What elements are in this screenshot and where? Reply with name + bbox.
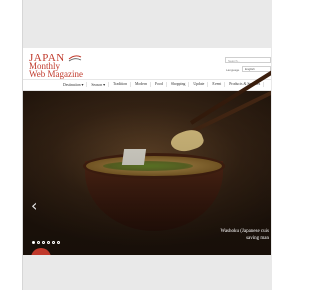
main-nav: Destination ▾ Season ▾ Tradition Modern Food… bbox=[23, 79, 271, 91]
nav-item[interactable]: Shopping bbox=[170, 82, 190, 87]
language-select[interactable]: English bbox=[242, 66, 271, 72]
slider-dot[interactable] bbox=[37, 241, 40, 244]
slider-dot[interactable] bbox=[52, 241, 55, 244]
slider-dot[interactable] bbox=[42, 241, 45, 244]
slider-dot[interactable] bbox=[32, 241, 35, 244]
slider-dots bbox=[32, 241, 60, 244]
hero-caption: Washoku (Japanese cuis saving man bbox=[209, 228, 271, 242]
nav-items: Destination ▾ Season ▾ Tradition Modern Food… bbox=[62, 82, 265, 87]
language-label: Language bbox=[226, 68, 240, 72]
nav-item[interactable]: Food bbox=[154, 82, 167, 87]
chevron-left-icon[interactable]: ‹ bbox=[31, 198, 39, 216]
nav-item[interactable]: Update bbox=[192, 82, 209, 87]
nav-item[interactable]: Destination ▾ bbox=[62, 82, 88, 87]
website: JAPAN Monthly Web Magazine Search... Lan… bbox=[23, 48, 271, 255]
search-input[interactable]: Search... bbox=[225, 57, 271, 63]
caption-line-2: saving man bbox=[246, 236, 269, 241]
nav-item[interactable]: Event bbox=[211, 82, 226, 87]
fuji-wave-icon bbox=[68, 55, 82, 62]
logo-line-3: Web Magazine bbox=[29, 69, 83, 79]
caption-line-1: Washoku (Japanese cuis bbox=[220, 229, 269, 234]
nav-item[interactable]: Tradition bbox=[112, 82, 131, 87]
nav-item[interactable]: Modern bbox=[134, 82, 152, 87]
nav-item[interactable]: Season ▾ bbox=[90, 82, 109, 87]
slider-dot[interactable] bbox=[57, 241, 60, 244]
slider-dot[interactable] bbox=[47, 241, 50, 244]
